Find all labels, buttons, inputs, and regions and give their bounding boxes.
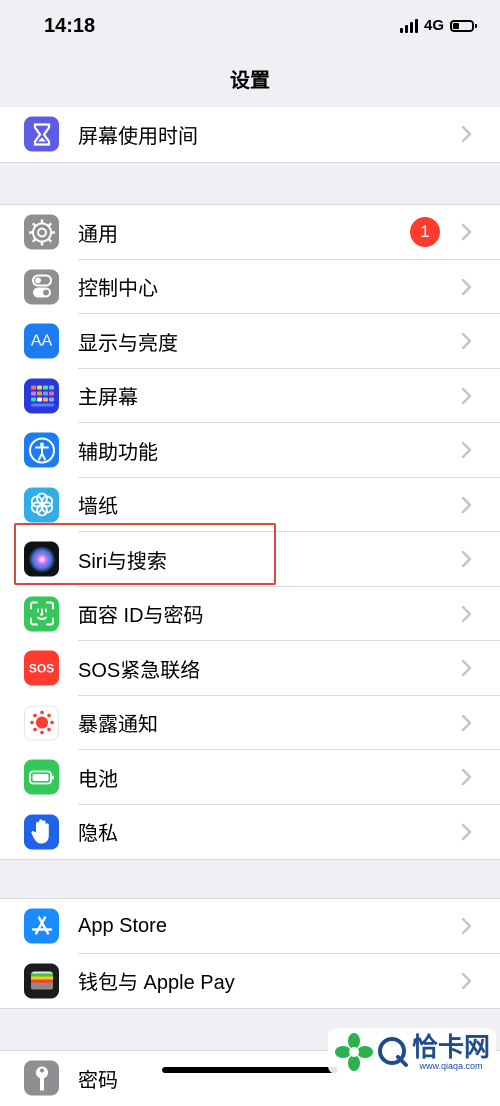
app-grid-icon bbox=[24, 378, 59, 414]
settings-row-control-center[interactable]: 控制中心 bbox=[0, 260, 500, 314]
status-time: 14:18 bbox=[44, 15, 96, 37]
battery-status-icon bbox=[450, 19, 477, 32]
row-label: 隐私 bbox=[78, 823, 118, 846]
row-label: App Store bbox=[78, 914, 167, 937]
settings-row-face-id[interactable]: 面容 ID与密码 bbox=[0, 587, 500, 641]
status-indicators: 4G bbox=[399, 17, 477, 34]
chevron-right-icon bbox=[461, 278, 472, 295]
watermark: 恰卡网 www.qiaqa.com bbox=[327, 1028, 496, 1074]
chevron-right-icon bbox=[461, 823, 472, 840]
row-label: 辅助功能 bbox=[78, 441, 158, 464]
face-id-icon bbox=[24, 596, 59, 632]
highlight-box bbox=[14, 523, 276, 585]
accessibility-icon bbox=[24, 432, 59, 468]
chevron-right-icon bbox=[461, 496, 472, 513]
chevron-right-icon bbox=[461, 551, 472, 568]
settings-row-emergency-sos[interactable]: SOS SOS紧急联络 bbox=[0, 641, 500, 696]
watermark-brand: 恰卡网 bbox=[411, 1032, 490, 1062]
exposure-icon bbox=[24, 705, 59, 741]
chevron-right-icon bbox=[461, 660, 472, 677]
cellular-signal-icon bbox=[399, 18, 418, 33]
sos-icon: SOS bbox=[24, 650, 59, 686]
settings-row-app-store[interactable]: App Store bbox=[0, 899, 500, 954]
home-indicator[interactable] bbox=[162, 1067, 338, 1073]
toggles-icon bbox=[24, 269, 59, 305]
app-store-icon bbox=[24, 908, 59, 944]
settings-group-store: App Store 钱包与 Apple Pay bbox=[0, 898, 500, 1009]
page-title: 设置 bbox=[230, 70, 270, 92]
settings-row-accessibility[interactable]: 辅助功能 bbox=[0, 423, 500, 478]
gear-icon bbox=[24, 214, 59, 250]
row-label: 暴露通知 bbox=[78, 714, 158, 737]
settings-row-screen-time[interactable]: 屏幕使用时间 bbox=[0, 107, 500, 162]
row-label: 密码 bbox=[78, 1069, 118, 1092]
settings-row-privacy[interactable]: 隐私 bbox=[0, 805, 500, 860]
settings-row-battery[interactable]: 电池 bbox=[0, 750, 500, 805]
settings-row-display[interactable]: AA 显示与亮度 bbox=[0, 314, 500, 369]
network-type: 4G bbox=[423, 17, 444, 34]
watermark-url: www.qiaqa.com bbox=[419, 1061, 483, 1071]
row-label: 显示与亮度 bbox=[78, 332, 178, 355]
row-label: 主屏幕 bbox=[78, 387, 138, 410]
watermark-q-icon bbox=[377, 1037, 408, 1067]
row-label: 墙纸 bbox=[78, 496, 118, 519]
hand-icon bbox=[24, 814, 59, 850]
row-label: 屏幕使用时间 bbox=[78, 125, 198, 148]
row-label: 电池 bbox=[78, 768, 118, 791]
settings-row-general[interactable]: 通用 1 bbox=[0, 205, 500, 260]
hourglass-icon bbox=[24, 116, 59, 152]
wallet-icon bbox=[24, 963, 59, 999]
chevron-right-icon bbox=[461, 605, 472, 622]
row-label: 面容 ID与密码 bbox=[78, 605, 204, 628]
settings-group-screen-time: 屏幕使用时间 bbox=[0, 107, 500, 163]
chevron-right-icon bbox=[461, 126, 472, 143]
chevron-right-icon bbox=[461, 918, 472, 935]
settings-row-wallet-apple-pay[interactable]: 钱包与 Apple Pay bbox=[0, 954, 500, 1009]
chevron-right-icon bbox=[461, 769, 472, 786]
key-icon bbox=[24, 1060, 59, 1096]
row-label: 钱包与 Apple Pay bbox=[78, 972, 235, 995]
chevron-right-icon bbox=[461, 224, 472, 241]
battery-icon bbox=[24, 759, 59, 795]
row-label: 通用 bbox=[78, 223, 118, 246]
notification-badge: 1 bbox=[410, 217, 440, 248]
flower-icon bbox=[24, 487, 59, 523]
settings-row-exposure-notifications[interactable]: 暴露通知 bbox=[0, 696, 500, 750]
text-size-icon: AA bbox=[24, 323, 59, 359]
chevron-right-icon bbox=[461, 387, 472, 404]
chevron-right-icon bbox=[461, 442, 472, 459]
row-label: SOS紧急联络 bbox=[78, 659, 201, 682]
chevron-right-icon bbox=[461, 714, 472, 731]
settings-row-home-screen[interactable]: 主屏幕 bbox=[0, 369, 500, 423]
chevron-right-icon bbox=[461, 333, 472, 350]
chevron-right-icon bbox=[461, 972, 472, 989]
status-bar: 14:18 4G bbox=[0, 0, 500, 54]
row-label: 控制中心 bbox=[78, 278, 158, 301]
watermark-logo-icon bbox=[334, 1033, 373, 1071]
